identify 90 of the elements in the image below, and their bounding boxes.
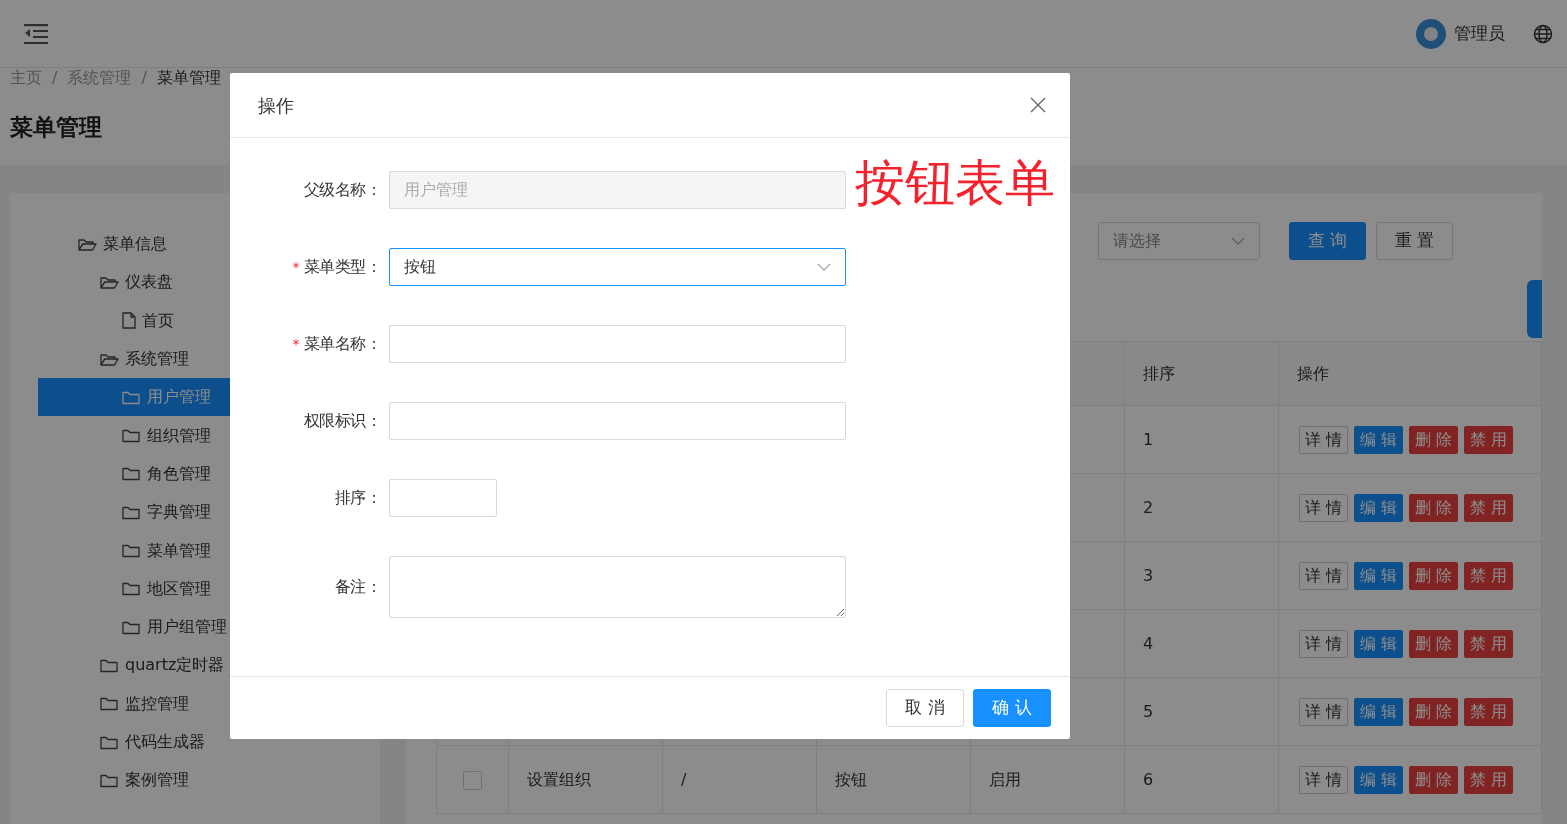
user-name[interactable]: 管理员 bbox=[1454, 20, 1505, 47]
disable-button[interactable]: 禁 用 bbox=[1464, 561, 1514, 590]
page-title: 菜单管理 bbox=[10, 113, 103, 142]
delete-button[interactable]: 删 除 bbox=[1409, 425, 1459, 454]
delete-button[interactable]: 删 除 bbox=[1409, 561, 1459, 590]
chevron-down-icon bbox=[817, 263, 831, 271]
breadcrumb-separator: / bbox=[52, 67, 58, 89]
delete-button[interactable]: 删 除 bbox=[1409, 493, 1459, 522]
field-label: 父级名称： bbox=[303, 180, 381, 199]
edit-button[interactable]: 编 辑 bbox=[1354, 425, 1404, 454]
detail-button[interactable]: 详 情 bbox=[1299, 493, 1349, 522]
disable-button[interactable]: 禁 用 bbox=[1464, 493, 1514, 522]
table-cell: 按钮 bbox=[835, 769, 867, 789]
edit-button[interactable]: 编 辑 bbox=[1354, 629, 1404, 658]
field-label: 菜单名称： bbox=[303, 334, 381, 353]
edit-button[interactable]: 编 辑 bbox=[1354, 697, 1404, 726]
detail-button[interactable]: 详 情 bbox=[1299, 765, 1349, 794]
table-cell: / bbox=[681, 769, 687, 789]
folder-icon bbox=[122, 428, 141, 444]
textarea-field[interactable] bbox=[389, 556, 846, 618]
disable-button[interactable]: 禁 用 bbox=[1464, 765, 1514, 794]
folder-icon bbox=[100, 657, 119, 673]
field-label: 排序： bbox=[334, 488, 381, 507]
annotation-text: 按钮表单 bbox=[855, 156, 1055, 211]
edit-button[interactable]: 编 辑 bbox=[1354, 765, 1404, 794]
required-mark: * bbox=[292, 259, 300, 275]
search-button[interactable]: 查 询 bbox=[1289, 222, 1366, 260]
open-folder-icon bbox=[100, 351, 119, 367]
tree-item[interactable]: 监控管理 bbox=[38, 684, 380, 723]
folder-icon bbox=[122, 389, 141, 405]
table-cell: 4 bbox=[1143, 633, 1154, 653]
column-header: 操作 bbox=[1278, 341, 1542, 406]
folder-icon bbox=[122, 581, 141, 597]
table-cell: 2 bbox=[1143, 497, 1154, 517]
table-cell: 设置组织 bbox=[527, 769, 591, 789]
detail-button[interactable]: 详 情 bbox=[1299, 561, 1349, 590]
delete-button[interactable]: 删 除 bbox=[1409, 629, 1459, 658]
reset-button[interactable]: 重 置 bbox=[1376, 222, 1453, 260]
field-label: 备注： bbox=[334, 577, 381, 596]
disable-button[interactable]: 禁 用 bbox=[1464, 425, 1514, 454]
open-folder-icon bbox=[78, 236, 97, 252]
folder-icon bbox=[122, 543, 141, 558]
tree-item[interactable]: 用户组管理 bbox=[38, 607, 380, 647]
delete-button[interactable]: 删 除 bbox=[1409, 697, 1459, 726]
delete-button[interactable]: 删 除 bbox=[1409, 765, 1459, 794]
folder-icon bbox=[122, 504, 141, 520]
folder-icon bbox=[122, 466, 141, 482]
tree-item[interactable]: 案例管理 bbox=[38, 761, 380, 800]
select-field[interactable]: 按钮 bbox=[389, 248, 846, 286]
folder-icon bbox=[100, 772, 119, 788]
open-folder-icon bbox=[100, 274, 119, 290]
table-cell: 5 bbox=[1143, 701, 1154, 721]
breadcrumb-link[interactable]: 主页 bbox=[10, 66, 42, 90]
input-field[interactable] bbox=[389, 325, 846, 363]
detail-button[interactable]: 详 情 bbox=[1299, 629, 1349, 658]
required-mark: * bbox=[292, 336, 300, 352]
input-field[interactable] bbox=[389, 402, 846, 440]
filter-select[interactable]: 请选择 bbox=[1098, 222, 1260, 260]
table-cell: 1 bbox=[1143, 429, 1154, 449]
disable-button[interactable]: 禁 用 bbox=[1464, 629, 1514, 658]
detail-button[interactable]: 详 情 bbox=[1299, 697, 1349, 726]
edit-button[interactable]: 编 辑 bbox=[1354, 493, 1404, 522]
detail-button[interactable]: 详 情 bbox=[1299, 425, 1349, 454]
column-header: 排序 bbox=[1124, 341, 1279, 406]
tree-item[interactable]: 菜单管理 bbox=[38, 531, 380, 570]
field-label: 菜单类型： bbox=[303, 257, 381, 276]
edit-button[interactable]: 编 辑 bbox=[1354, 561, 1404, 590]
table-cell: 6 bbox=[1143, 769, 1154, 789]
breadcrumb-separator: / bbox=[141, 67, 147, 89]
tree-item[interactable]: 代码生成器 bbox=[38, 722, 380, 762]
globe-icon[interactable] bbox=[1533, 23, 1553, 44]
menu-fold-icon[interactable] bbox=[24, 23, 48, 44]
cancel-button[interactable]: 取 消 bbox=[886, 689, 964, 727]
folder-icon bbox=[122, 619, 141, 635]
file-icon bbox=[122, 312, 136, 330]
tree-item[interactable]: quartz定时器 bbox=[38, 646, 380, 685]
table-cell: 启用 bbox=[989, 769, 1021, 789]
row-checkbox[interactable] bbox=[463, 770, 482, 790]
side-tab[interactable] bbox=[1527, 280, 1542, 338]
confirm-button[interactable]: 确 认 bbox=[973, 689, 1051, 727]
chevron-down-icon bbox=[1231, 237, 1245, 245]
dialog-title: 操作 bbox=[258, 93, 294, 118]
table-cell: 3 bbox=[1143, 565, 1154, 585]
close-icon[interactable] bbox=[1030, 97, 1046, 113]
input-field[interactable] bbox=[389, 479, 497, 517]
breadcrumb-current: 菜单管理 bbox=[156, 67, 221, 89]
avatar-icon[interactable] bbox=[1416, 18, 1446, 49]
disable-button[interactable]: 禁 用 bbox=[1464, 697, 1514, 726]
folder-icon bbox=[100, 734, 119, 750]
folder-icon bbox=[100, 696, 119, 712]
